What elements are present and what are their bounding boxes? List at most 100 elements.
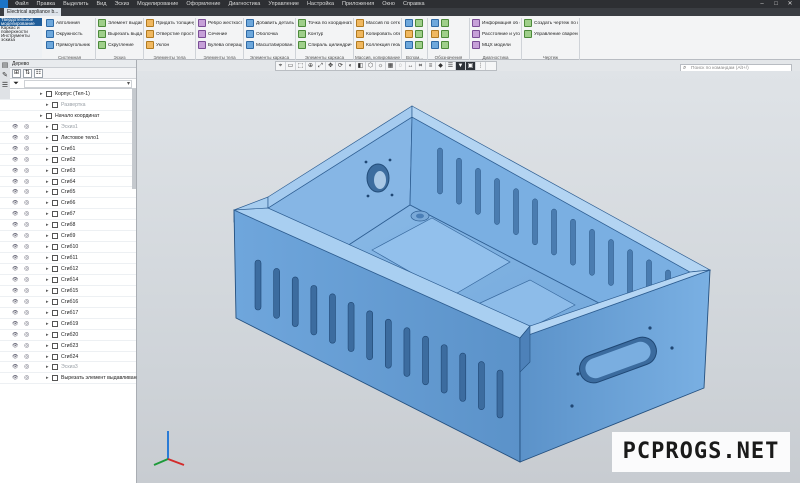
visibility-eye-icon[interactable]: 👁 bbox=[12, 297, 20, 307]
menu-item[interactable]: Приложения bbox=[338, 1, 378, 7]
ribbon-button[interactable]: Булева операция bbox=[198, 40, 242, 50]
tool-icon[interactable] bbox=[405, 18, 425, 28]
ribbon-button[interactable]: Коллекция геометрии bbox=[356, 40, 400, 50]
visibility-eye-icon[interactable]: 👁 bbox=[12, 341, 20, 351]
zoom-fit-icon[interactable]: ⤢ bbox=[316, 62, 326, 70]
visibility-eye-icon[interactable]: 👁 bbox=[12, 187, 20, 197]
tree-item[interactable]: 👁 ◎ ▸ Сгиб24 bbox=[0, 352, 136, 363]
close-button[interactable]: ✕ bbox=[784, 0, 796, 8]
ribbon-button[interactable]: Создать чертеж по модели bbox=[524, 18, 578, 28]
expand-arrow-icon[interactable]: ▸ bbox=[46, 133, 49, 143]
visibility-eye-icon[interactable]: 👁 bbox=[12, 286, 20, 296]
3d-viewport[interactable] bbox=[137, 71, 800, 483]
display-state-icon[interactable]: ◎ bbox=[24, 264, 32, 274]
visibility-eye-icon[interactable]: 👁 bbox=[12, 155, 20, 165]
ribbon-button[interactable]: Придать толщину bbox=[146, 18, 194, 28]
ribbon-button[interactable]: Оболочка bbox=[246, 29, 278, 39]
visibility-eye-icon[interactable]: 👁 bbox=[12, 373, 20, 383]
more-icon[interactable]: ⋮ bbox=[476, 62, 486, 70]
tree-item[interactable]: 👁 ◎ ▸ Сгиб23 bbox=[0, 341, 136, 352]
selection-filter-icon[interactable]: ▣ bbox=[466, 62, 476, 70]
ribbon-button[interactable]: Уклон bbox=[146, 40, 169, 50]
tree-item[interactable]: 👁 ◎ ▸ Сгиб11 bbox=[0, 253, 136, 264]
tree-item[interactable]: 👁 ◎ ▸ Сгиб7 bbox=[0, 209, 136, 221]
display-state-icon[interactable]: ◎ bbox=[24, 341, 32, 351]
menu-item[interactable]: Окно bbox=[378, 1, 399, 7]
ribbon-button[interactable]: Автолиния bbox=[46, 18, 80, 28]
tool-icon[interactable] bbox=[431, 18, 451, 28]
visibility-eye-icon[interactable]: 👁 bbox=[12, 242, 20, 252]
menu-item[interactable]: Файл bbox=[11, 1, 33, 7]
menu-item[interactable]: Моделирование bbox=[133, 1, 182, 7]
tree-item[interactable]: 👁 ◎ ▸ Эскиз3 bbox=[0, 362, 136, 374]
expand-arrow-icon[interactable]: ▸ bbox=[46, 144, 49, 154]
ribbon-button[interactable]: Прямоугольник bbox=[46, 40, 90, 50]
tree-item[interactable]: 👁 ◎ ▸ Вырезать элемент выдавливания2 bbox=[0, 373, 145, 385]
document-tab[interactable]: Electrical appliance b... bbox=[4, 8, 62, 16]
tree-sort-icon[interactable]: ⇅ bbox=[23, 68, 32, 78]
expand-arrow-icon[interactable]: ▸ bbox=[46, 242, 49, 252]
snap-icon[interactable]: ⌗ bbox=[416, 62, 426, 70]
display-state-icon[interactable]: ◎ bbox=[24, 144, 32, 154]
maximize-button[interactable]: □ bbox=[770, 0, 782, 8]
mode-sketch-tools[interactable]: Инструменты эскиза bbox=[0, 33, 42, 42]
properties-icon[interactable]: ☰ bbox=[446, 62, 456, 70]
display-state-icon[interactable]: ◎ bbox=[24, 209, 32, 219]
ribbon-button[interactable]: Элемент выдавливания bbox=[98, 18, 142, 28]
visibility-eye-icon[interactable]: 👁 bbox=[12, 319, 20, 329]
tree-item[interactable]: 👁 ◎ ▸ Эскиз1 bbox=[0, 122, 136, 133]
display-state-icon[interactable]: ◎ bbox=[24, 133, 32, 143]
visibility-eye-icon[interactable]: 👁 bbox=[12, 264, 20, 274]
tree-list-icon[interactable]: ☷ bbox=[34, 68, 43, 78]
visibility-eye-icon[interactable]: 👁 bbox=[12, 362, 20, 372]
perspective-icon[interactable]: ⬡ bbox=[366, 62, 376, 70]
ribbon-button[interactable]: Информация об объекте bbox=[472, 18, 520, 28]
tool-icon[interactable] bbox=[431, 29, 451, 39]
ribbon-button[interactable]: Контур bbox=[298, 29, 323, 39]
expand-arrow-icon[interactable]: ▸ bbox=[46, 286, 49, 296]
display-state-icon[interactable]: ◎ bbox=[24, 187, 32, 197]
visibility-eye-icon[interactable]: 👁 bbox=[12, 352, 20, 362]
expand-arrow-icon[interactable]: ▸ bbox=[46, 352, 49, 362]
tree-item[interactable]: 👁 ◎ ▸ Сгиб9 bbox=[0, 231, 136, 243]
filter-funnel-icon[interactable]: ⏷ bbox=[12, 80, 20, 88]
minimize-button[interactable]: – bbox=[756, 0, 768, 8]
menu-item[interactable]: Оформление bbox=[182, 1, 224, 7]
expand-arrow-icon[interactable]: ▸ bbox=[46, 341, 49, 351]
tree-item[interactable]: 👁 ◎ ▸ Сгиб6 bbox=[0, 198, 136, 210]
tree-item[interactable]: 👁 ◎ ▸ Сгиб17 bbox=[0, 308, 136, 319]
visibility-eye-icon[interactable]: 👁 bbox=[12, 122, 20, 132]
expand-arrow-icon[interactable]: ▸ bbox=[46, 297, 49, 307]
ribbon-button[interactable]: Управление сваренными ч... bbox=[524, 29, 578, 39]
pan-icon[interactable]: ✥ bbox=[326, 62, 336, 70]
expand-arrow-icon[interactable]: ▸ bbox=[46, 330, 49, 340]
ribbon-button[interactable]: Вырезать выдавливанием bbox=[98, 29, 142, 39]
tree-item[interactable]: 👁 ◎ ▸ Сгиб10 bbox=[0, 242, 136, 254]
expand-arrow-icon[interactable]: ▸ bbox=[46, 231, 49, 241]
tree-scrollbar[interactable] bbox=[132, 89, 136, 189]
expand-arrow-icon[interactable]: ▸ bbox=[46, 187, 49, 197]
tree-item[interactable]: ▸ Корпус (Тел-1) bbox=[0, 89, 136, 100]
ribbon-button[interactable]: Сечение bbox=[198, 29, 227, 39]
display-state-icon[interactable]: ◎ bbox=[24, 352, 32, 362]
visibility-eye-icon[interactable]: 👁 bbox=[12, 133, 20, 143]
tree-item[interactable]: 👁 ◎ ▸ Сгиб16 bbox=[0, 297, 136, 308]
display-state-icon[interactable]: ◎ bbox=[24, 253, 32, 263]
zoom-icon[interactable]: ⊕ bbox=[306, 62, 316, 70]
ribbon-button[interactable]: Расстояние и угол bbox=[472, 29, 520, 39]
tree-item[interactable]: 👁 ◎ ▸ Листовое тело1 bbox=[0, 133, 136, 144]
menu-item[interactable]: Справка bbox=[399, 1, 429, 7]
display-state-icon[interactable]: ◎ bbox=[24, 166, 32, 176]
display-state-icon[interactable]: ◎ bbox=[24, 286, 32, 296]
menu-item[interactable]: Выделить bbox=[59, 1, 92, 7]
filter-dropdown[interactable] bbox=[24, 79, 132, 88]
display-state-icon[interactable]: ◎ bbox=[24, 275, 32, 285]
display-state-icon[interactable]: ◎ bbox=[24, 330, 32, 340]
tool-icon[interactable] bbox=[431, 40, 451, 50]
expand-arrow-icon[interactable]: ▸ bbox=[46, 264, 49, 274]
light-icon[interactable]: ☼ bbox=[376, 62, 386, 70]
menu-item[interactable]: Вид bbox=[93, 1, 111, 7]
tree-item[interactable]: 👁 ◎ ▸ Сгиб5 bbox=[0, 187, 136, 199]
menu-item[interactable]: Правка bbox=[33, 1, 60, 7]
tree-item[interactable]: 👁 ◎ ▸ Сгиб20 bbox=[0, 330, 136, 341]
